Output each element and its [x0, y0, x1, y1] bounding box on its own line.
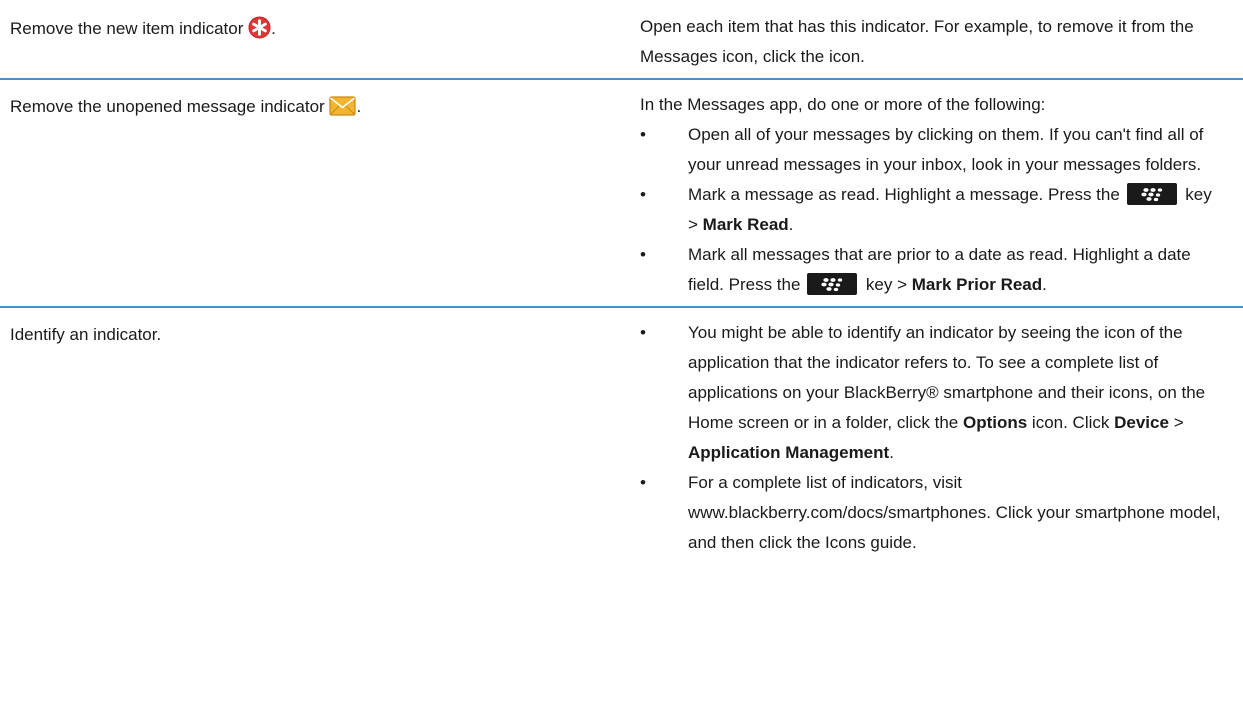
- task-suffix: .: [271, 19, 276, 38]
- bullet-mark: •: [640, 185, 646, 204]
- blackberry-menu-key-icon: [807, 272, 858, 295]
- description-cell: In the Messages app, do one or more of t…: [640, 80, 1243, 306]
- bullet-mark: •: [640, 125, 646, 144]
- blackberry-menu-key-icon: [1126, 182, 1177, 205]
- list-item: • Mark a message as read. Highlight a me…: [640, 180, 1223, 240]
- bullet-list: • Open all of your messages by clicking …: [640, 120, 1223, 300]
- bullet-text-mid: key >: [865, 275, 908, 294]
- menu-command: Mark Read: [702, 215, 789, 234]
- task-text: Identify an indicator.: [10, 325, 162, 344]
- description-text: Open each item that has this indicator. …: [640, 17, 1194, 66]
- description-intro: In the Messages app, do one or more of t…: [640, 95, 1046, 114]
- bullet-text-mid: icon. Click: [1031, 413, 1110, 432]
- description-cell: Open each item that has this indicator. …: [640, 0, 1243, 78]
- task-cell: Identify an indicator.: [0, 308, 640, 355]
- table-row: Remove the new item indicator . Open eac…: [0, 0, 1243, 80]
- list-item: • Mark all messages that are prior to a …: [640, 240, 1223, 300]
- menu-command: Mark Prior Read: [911, 275, 1043, 294]
- new-item-indicator-icon: [248, 16, 271, 39]
- list-item: • For a complete list of indicators, vis…: [640, 468, 1223, 558]
- bullet-text: For a complete list of indicators, visit…: [688, 473, 1221, 552]
- application-management-label: Application Management: [688, 443, 890, 462]
- bullet-text: Mark a message as read. Highlight a mess…: [688, 185, 1120, 204]
- task-text: Remove the unopened message indicator: [10, 97, 325, 116]
- bullet-mark: •: [640, 323, 646, 342]
- table-row: Remove the unopened message indicator . …: [0, 80, 1243, 308]
- bullet-mark: •: [640, 245, 646, 264]
- unopened-message-icon: [329, 95, 357, 116]
- bullet-text-mid: >: [1173, 413, 1184, 432]
- bullet-text: Open all of your messages by clicking on…: [688, 125, 1204, 174]
- description-cell: • You might be able to identify an indic…: [640, 308, 1243, 562]
- bullet-list: • You might be able to identify an indic…: [640, 318, 1223, 558]
- list-item: • Open all of your messages by clicking …: [640, 120, 1223, 180]
- bullet-text-end: .: [788, 215, 794, 234]
- device-label: Device: [1114, 413, 1169, 432]
- list-item: • You might be able to identify an indic…: [640, 318, 1223, 468]
- indicator-troubleshooting-table: Remove the new item indicator . Open eac…: [0, 0, 1243, 562]
- options-label: Options: [962, 413, 1028, 432]
- task-text: Remove the new item indicator: [10, 19, 244, 38]
- table-row: Identify an indicator. • You might be ab…: [0, 308, 1243, 562]
- bullet-text-end: .: [1042, 275, 1047, 294]
- task-cell: Remove the new item indicator .: [0, 0, 640, 51]
- task-suffix: .: [356, 97, 362, 116]
- task-cell: Remove the unopened message indicator .: [0, 80, 640, 129]
- bullet-mark: •: [640, 473, 646, 492]
- bullet-text-end: .: [889, 443, 894, 462]
